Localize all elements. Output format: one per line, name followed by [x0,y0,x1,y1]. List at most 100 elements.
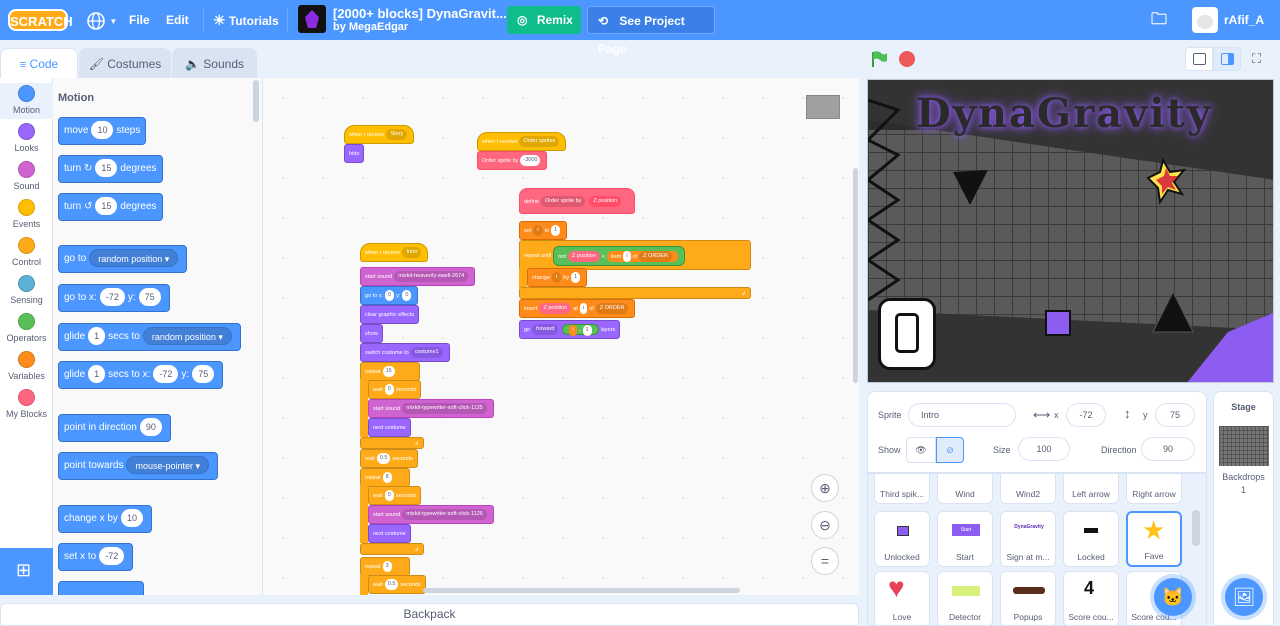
zoom-in-button[interactable]: ⊕ [811,474,839,502]
block-input[interactable]: 90 [139,418,162,437]
fullscreen-button[interactable]: ⛶ [1247,47,1271,71]
define-block[interactable]: define Order sprite by Z position [519,188,635,214]
workspace-horizontal-scrollbar[interactable] [423,588,740,593]
when-receive-intro-hat[interactable]: when I receive Intro [360,243,429,262]
point-towards-block[interactable]: point towards mouse-pointer ▾ [58,452,219,480]
tutorials-button[interactable]: ☀ Tutorials [213,0,279,40]
category-sensing[interactable]: Sensing [0,275,53,305]
stop-button[interactable] [899,51,915,67]
category-operators[interactable]: Operators [0,313,53,343]
stage-canvas[interactable]: DynaGravity [867,79,1274,383]
sprite-tile[interactable]: DynaGravity Sign at m... [1000,511,1056,567]
category-sound[interactable]: Sound [0,161,53,191]
choose-sprite-button[interactable]: 🐱 [1154,578,1192,616]
block-dropdown[interactable]: random position ▾ [142,327,232,346]
block-dropdown[interactable]: random position ▾ [89,249,179,268]
project-title[interactable]: [2000+ blocks] DynaGravit... [333,6,507,21]
category-looks[interactable]: Looks [0,123,53,153]
block-input[interactable]: 10 [91,121,114,140]
start-sound-block-3[interactable]: start sound mixkit-typewriter-soft-click-… [368,505,494,524]
start-sound-block-2[interactable]: start sound mixkit-typewriter-soft-click-… [368,399,494,418]
block-input[interactable]: -72 [99,547,125,566]
sprite-tile[interactable]: Start Start [937,511,993,567]
change-x-block[interactable]: change x by 10 [58,505,152,533]
clear-effects-block[interactable]: clear graphic effects [360,305,420,324]
direction-field[interactable]: 90 [1141,437,1195,461]
repeat-until-block[interactable]: repeat until not Z position < item i of Z ORDER [519,240,751,270]
avatar[interactable] [1192,7,1218,33]
change-y-block[interactable] [58,581,144,595]
sprite-tile[interactable]: Popups [1000,571,1056,625]
category-my-blocks[interactable]: My Blocks [0,389,53,419]
sprite-tile[interactable]: Left arrow [1063,474,1119,504]
username[interactable]: rAfif_A [1224,0,1264,40]
wait-block[interactable]: wait 0.5 seconds [368,575,426,594]
sprite-tile[interactable]: Locked [1063,511,1119,567]
when-receive-story-hat[interactable]: when I receive Story [344,125,415,144]
block-input[interactable]: 1 [88,365,106,384]
sprite-tile[interactable]: 4 Score cou... [1063,571,1119,625]
add-extension-button[interactable]: ⊞ [0,548,53,595]
sprite-name-field[interactable]: Intro [908,403,1016,427]
small-stage-button[interactable] [1185,47,1213,71]
project-author[interactable]: by MegaEdgar [333,21,408,33]
script-workspace[interactable]: when I receive Story hide when I receive O… [263,78,859,595]
block-input[interactable]: 1 [88,327,106,346]
green-flag-button[interactable] [870,50,888,68]
repeat-block-2[interactable]: repeat 8 [360,468,410,487]
sprite-tile[interactable]: ★ Fave [1126,511,1182,567]
sprite-tile[interactable]: Wind [937,474,993,504]
workspace-vertical-scrollbar[interactable] [853,168,858,383]
repeat-block-3[interactable]: repeat 3 [360,557,410,576]
folder-icon[interactable]: 🗀 [1151,0,1167,40]
turn-right-block[interactable]: turn ↻ 15 degrees [58,155,163,183]
category-motion[interactable]: Motion [0,83,53,119]
goto-xy-block[interactable]: go to x: -72 y: 75 [58,284,170,312]
turn-left-block[interactable]: turn ↺ 15 degrees [58,193,163,221]
edit-menu[interactable]: Edit [166,0,189,40]
block-dropdown[interactable]: mouse-pointer ▾ [126,456,210,475]
large-stage-button[interactable] [1213,47,1241,71]
block-input[interactable]: -72 [153,365,179,384]
backpack-header[interactable]: Backpack [0,603,859,626]
show-visible-button[interactable]: 👁 [906,437,936,463]
set-variable-block[interactable]: set i to 1 [519,221,568,240]
sprite-tile[interactable]: Wind2 [1000,474,1056,504]
language-menu[interactable]: ▼ [86,0,117,40]
hide-block[interactable]: hide [344,144,365,163]
show-hidden-button[interactable]: ⊘ [936,437,964,463]
size-field[interactable]: 100 [1018,437,1070,461]
sprite-tile[interactable]: Third spik... [874,474,930,504]
start-sound-block[interactable]: start sound mixkit-heavenly-swell-2674 [360,267,476,286]
sprite-list-scrollbar[interactable] [1192,510,1200,546]
wait-block[interactable]: wait 0 seconds [368,486,422,505]
palette-scrollbar[interactable] [253,80,259,122]
y-field[interactable]: 75 [1155,403,1195,427]
sprite-tile[interactable]: ♥ Love [874,571,930,625]
switch-costume-block[interactable]: switch costume to costume1 [360,343,450,362]
next-costume-block[interactable]: next costume [368,524,411,543]
block-input[interactable]: 75 [138,288,161,307]
block-input[interactable]: -72 [99,288,125,307]
set-x-block[interactable]: set x to -72 [58,543,134,571]
move-steps-block[interactable]: move 10 steps [58,117,147,145]
category-variables[interactable]: Variables [0,351,53,381]
block-input[interactable]: 10 [120,509,143,528]
goto-xy-script-block[interactable]: go to x: 0 y: 0 [360,286,419,305]
insert-list-block[interactable]: insert Z position at i of Z ORDER [519,299,636,318]
tab-sounds[interactable]: 🔈 Sounds [172,48,257,78]
block-input[interactable]: 15 [95,197,118,216]
zoom-reset-button[interactable]: = [811,547,839,575]
file-menu[interactable]: File [129,0,150,40]
change-variable-block[interactable]: change i by 1 [527,268,588,287]
sprite-tile[interactable]: Unlocked [874,511,930,567]
sprite-tile[interactable]: Right arrow [1126,474,1182,504]
scratch-logo[interactable]: SCRATCH [8,9,73,31]
glide-block[interactable]: glide 1 secs to random position ▾ [58,323,241,351]
x-field[interactable]: -72 [1066,403,1106,427]
category-control[interactable]: Control [0,237,53,267]
when-receive-order-hat[interactable]: when I receive Order sprites [477,132,567,151]
order-sprite-call[interactable]: Order sprite by -3000 [477,151,548,170]
choose-backdrop-button[interactable]: 🖼 [1225,578,1263,616]
see-project-page-button[interactable]: ⟲ See Project Page [587,6,715,56]
